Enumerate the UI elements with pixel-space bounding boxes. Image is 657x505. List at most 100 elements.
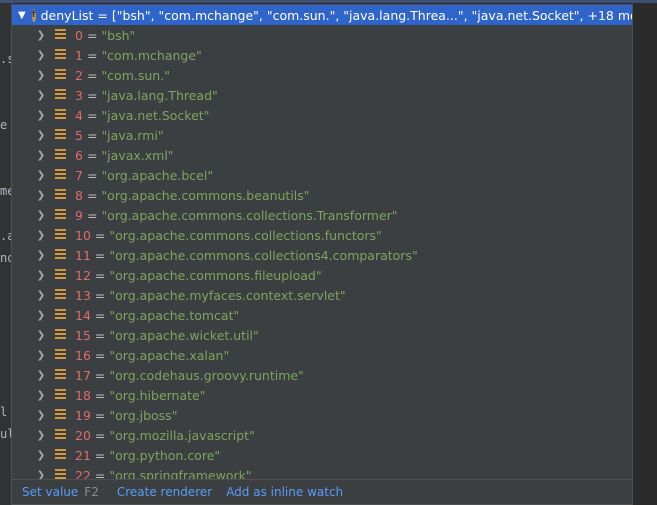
list-item[interactable]: ❯ 19 = "org.jboss": [12, 405, 632, 425]
chevron-right-icon[interactable]: ❯: [34, 410, 48, 421]
item-index: 11: [75, 247, 91, 263]
item-value: "org.apache.xalan": [109, 347, 230, 363]
item-value: "org.codehaus.groovy.runtime": [109, 367, 304, 383]
list-item[interactable]: ❯ 5 = "java.rmi": [12, 125, 632, 145]
field-icon: f: [31, 8, 36, 22]
chevron-right-icon[interactable]: ❯: [34, 190, 48, 201]
equals-sign: =: [94, 307, 106, 323]
list-item[interactable]: ❯ 3 = "java.lang.Thread": [12, 85, 632, 105]
element-list: ❯ 0 = "bsh" ❯ 1 = "com.mchange" ❯ 2 = "com.sun." ❯ 3 =…: [12, 25, 632, 485]
item-index: 7: [75, 167, 83, 183]
chevron-right-icon[interactable]: ❯: [34, 90, 48, 101]
chevron-right-icon[interactable]: ❯: [34, 230, 48, 241]
equals-sign: =: [86, 167, 98, 183]
chevron-right-icon[interactable]: ❯: [34, 250, 48, 261]
list-item[interactable]: ❯ 9 = "org.apache.commons.collections.Trans…: [12, 205, 632, 225]
chevron-right-icon[interactable]: ❯: [34, 290, 48, 301]
list-item[interactable]: ❯ 0 = "bsh": [12, 25, 632, 45]
item-index: 12: [75, 267, 91, 283]
equals-sign: =: [86, 207, 98, 223]
chevron-right-icon[interactable]: ❯: [34, 370, 48, 381]
add-inline-watch-link[interactable]: Add as inline watch: [226, 485, 343, 499]
list-item[interactable]: ❯ 20 = "org.mozilla.javascript": [12, 425, 632, 445]
string-value-icon: [55, 449, 68, 461]
item-value: "org.jboss": [109, 407, 178, 423]
chevron-right-icon[interactable]: ❯: [34, 170, 48, 181]
item-value: "org.apache.myfaces.context.servlet": [109, 287, 346, 303]
item-value: "com.mchange": [101, 47, 202, 63]
item-value: "bsh": [101, 27, 136, 43]
list-item[interactable]: ❯ 10 = "org.apache.commons.collections.func…: [12, 225, 632, 245]
list-item[interactable]: ❯ 12 = "org.apache.commons.fileupload": [12, 265, 632, 285]
item-index: 6: [75, 147, 83, 163]
equals-sign: =: [94, 427, 106, 443]
item-index: 17: [75, 367, 91, 383]
list-item[interactable]: ❯ 1 = "com.mchange": [12, 45, 632, 65]
string-value-icon: [55, 249, 68, 261]
chevron-right-icon[interactable]: ❯: [34, 50, 48, 61]
list-item[interactable]: ❯ 14 = "org.apache.tomcat": [12, 305, 632, 325]
item-value: "org.apache.tomcat": [109, 307, 240, 323]
list-item[interactable]: ❯ 7 = "org.apache.bcel": [12, 165, 632, 185]
item-value: "org.apache.bcel": [101, 167, 214, 183]
equals-sign: =: [86, 127, 98, 143]
chevron-right-icon[interactable]: ❯: [34, 150, 48, 161]
item-value: "javax.xml": [101, 147, 174, 163]
chevron-right-icon[interactable]: ❯: [34, 30, 48, 41]
list-item[interactable]: ❯ 4 = "java.net.Socket": [12, 105, 632, 125]
equals-sign: =: [94, 327, 106, 343]
item-index: 0: [75, 27, 83, 43]
chevron-right-icon[interactable]: ❯: [34, 70, 48, 81]
list-item[interactable]: ❯ 17 = "org.codehaus.groovy.runtime": [12, 365, 632, 385]
string-value-icon: [55, 309, 68, 321]
item-value: "org.apache.commons.collections.functors…: [109, 227, 382, 243]
chevron-down-icon[interactable]: ▼: [18, 10, 26, 21]
item-value: "com.sun.": [101, 67, 170, 83]
list-item[interactable]: ❯ 15 = "org.apache.wicket.util": [12, 325, 632, 345]
list-item[interactable]: ❯ 21 = "org.python.core": [12, 445, 632, 465]
create-renderer-link[interactable]: Create renderer: [117, 485, 212, 499]
chevron-right-icon[interactable]: ❯: [34, 210, 48, 221]
string-value-icon: [55, 369, 68, 381]
item-index: 2: [75, 67, 83, 83]
chevron-right-icon[interactable]: ❯: [34, 330, 48, 341]
chevron-right-icon[interactable]: ❯: [34, 390, 48, 401]
list-item[interactable]: ❯ 2 = "com.sun.": [12, 65, 632, 85]
chevron-right-icon[interactable]: ❯: [34, 110, 48, 121]
list-item[interactable]: ❯ 8 = "org.apache.commons.beanutils": [12, 185, 632, 205]
item-index: 18: [75, 387, 91, 403]
item-index: 4: [75, 107, 83, 123]
item-index: 10: [75, 227, 91, 243]
chevron-right-icon[interactable]: ❯: [34, 350, 48, 361]
set-value-link[interactable]: Set value: [22, 485, 78, 499]
list-item[interactable]: ❯ 13 = "org.apache.myfaces.context.servlet": [12, 285, 632, 305]
selection-highlight-band: [0, 0, 657, 3]
list-item[interactable]: ❯ 18 = "org.hibernate": [12, 385, 632, 405]
equals-sign: =: [86, 27, 98, 43]
item-value: "org.apache.wicket.util": [109, 327, 259, 343]
variable-summary: denyList = ["bsh", "com.mchange", "com.s…: [40, 7, 632, 23]
string-value-icon: [55, 389, 68, 401]
equals-sign: =: [94, 267, 106, 283]
variable-node-denylist[interactable]: ▼ f denyList = ["bsh", "com.mchange", "c…: [12, 5, 632, 25]
equals-sign: =: [94, 387, 106, 403]
item-index: 21: [75, 447, 91, 463]
chevron-right-icon[interactable]: ❯: [34, 430, 48, 441]
chevron-right-icon[interactable]: ❯: [34, 450, 48, 461]
chevron-right-icon[interactable]: ❯: [34, 270, 48, 281]
string-value-icon: [55, 69, 68, 81]
string-value-icon: [55, 169, 68, 181]
chevron-right-icon[interactable]: ❯: [34, 130, 48, 141]
list-item[interactable]: ❯ 16 = "org.apache.xalan": [12, 345, 632, 365]
list-item[interactable]: ❯ 6 = "javax.xml": [12, 145, 632, 165]
chevron-right-icon[interactable]: ❯: [34, 310, 48, 321]
item-index: 16: [75, 347, 91, 363]
string-value-icon: [55, 329, 68, 341]
list-item[interactable]: ❯ 11 = "org.apache.commons.collections4.com…: [12, 245, 632, 265]
vertical-scrollbar[interactable]: [624, 25, 632, 485]
item-value: "java.net.Socket": [101, 107, 210, 123]
item-index: 14: [75, 307, 91, 323]
item-index: 20: [75, 427, 91, 443]
popup-footer: Set value F2 Create renderer Add as inli…: [12, 479, 632, 504]
string-value-icon: [55, 289, 68, 301]
